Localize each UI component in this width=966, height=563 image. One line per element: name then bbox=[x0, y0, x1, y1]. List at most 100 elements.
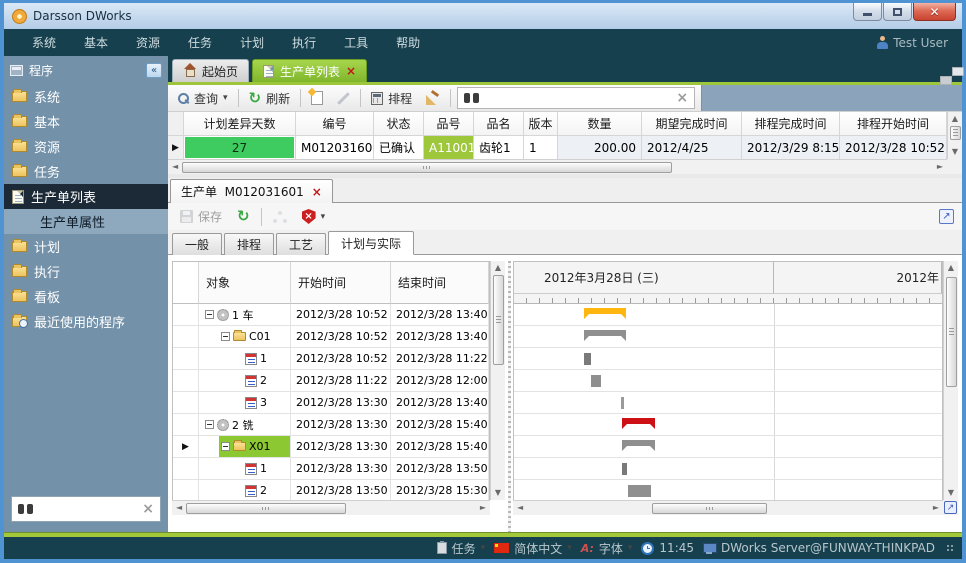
tree-cell-start[interactable]: 2012/3/28 13:30 bbox=[291, 458, 391, 480]
tree-cell-start[interactable]: 2012/3/28 10:52 bbox=[291, 348, 391, 370]
menu-item[interactable]: 执行 bbox=[278, 29, 330, 56]
menu-item[interactable]: 基本 bbox=[70, 29, 122, 56]
tree-cell-start[interactable]: 2012/3/28 13:30 bbox=[291, 436, 391, 458]
scroll-left-icon[interactable]: ◄ bbox=[513, 501, 527, 515]
grid-column-header[interactable]: 品名 bbox=[474, 112, 524, 136]
toolbar-search-clear-icon[interactable]: × bbox=[676, 91, 688, 105]
gantt-bar-task[interactable] bbox=[621, 397, 624, 409]
tree-cell-end[interactable]: 2012/3/28 15:40 bbox=[391, 414, 489, 436]
detail-refresh-button[interactable]: ↻ bbox=[233, 207, 254, 226]
tree-cell-end[interactable]: 2012/3/28 15:40 bbox=[391, 436, 489, 458]
sidebar-search-clear-icon[interactable]: × bbox=[142, 502, 154, 516]
tree-cell-start[interactable]: 2012/3/28 11:22 bbox=[291, 370, 391, 392]
gantt-vscrollbar[interactable]: ▲ ▼ bbox=[943, 261, 958, 500]
tree-cell-end[interactable]: 2012/3/28 12:00 bbox=[391, 370, 489, 392]
tab-close-icon[interactable]: × bbox=[346, 65, 356, 77]
grid-column-header[interactable]: 版本 bbox=[524, 112, 558, 136]
scrollbar-thumb[interactable] bbox=[186, 503, 346, 514]
scroll-up-icon[interactable]: ▲ bbox=[491, 261, 505, 275]
subtab-active[interactable]: 计划与实际 bbox=[328, 231, 414, 255]
tree-cell-start[interactable]: 2012/3/28 13:30 bbox=[291, 392, 391, 414]
tree-row[interactable]: 1 车2012/3/28 10:522012/3/28 13:40 bbox=[173, 304, 489, 326]
sidebar-item[interactable]: 生产单属性 bbox=[4, 209, 168, 234]
gantt-bar-summary[interactable] bbox=[622, 418, 655, 429]
tree-cell-end[interactable]: 2012/3/28 13:40 bbox=[391, 304, 489, 326]
edit-button[interactable] bbox=[333, 90, 354, 107]
tab-production-order-list[interactable]: 生产单列表 × bbox=[252, 59, 367, 82]
resize-grip[interactable] bbox=[946, 544, 954, 552]
grid-column-header[interactable]: 排程完成时间 bbox=[742, 112, 840, 136]
scroll-down-icon[interactable]: ▼ bbox=[491, 486, 505, 500]
grid-column-header[interactable]: 编号 bbox=[296, 112, 374, 136]
gantt-bar-task[interactable] bbox=[584, 353, 591, 365]
menu-item[interactable]: 工具 bbox=[330, 29, 382, 56]
menu-item[interactable]: 系统 bbox=[18, 29, 70, 56]
gantt-bar-summary[interactable] bbox=[622, 440, 655, 451]
new-button[interactable] bbox=[307, 89, 327, 107]
tree-row-selector[interactable]: ▶ bbox=[173, 436, 199, 458]
tree-cell-start[interactable]: 2012/3/28 13:50 bbox=[291, 480, 391, 502]
tree-cell-start[interactable]: 2012/3/28 10:52 bbox=[291, 326, 391, 348]
tab-start-page[interactable]: 起始页 bbox=[172, 59, 249, 82]
gantt-hscrollbar[interactable]: ◄ ► bbox=[513, 500, 943, 515]
sidebar-item[interactable]: 生产单列表 bbox=[4, 184, 168, 209]
gantt-expand-button[interactable]: ↗ bbox=[943, 500, 958, 515]
tree-cell-object[interactable]: 2 铣 bbox=[199, 414, 291, 436]
scroll-right-icon[interactable]: ► bbox=[933, 160, 947, 174]
grid-cell[interactable]: 已确认 bbox=[374, 136, 424, 160]
menu-item[interactable]: 任务 bbox=[174, 29, 226, 56]
scrollbar-thumb[interactable] bbox=[652, 503, 767, 514]
tree-cell-start[interactable]: 2012/3/28 10:52 bbox=[291, 304, 391, 326]
scrollbar-thumb[interactable] bbox=[493, 275, 504, 365]
sidebar-item[interactable]: 资源 bbox=[4, 134, 168, 159]
tree-row-selector[interactable] bbox=[173, 458, 199, 480]
tree-row[interactable]: 32012/3/28 13:302012/3/28 13:40 bbox=[173, 392, 489, 414]
tree-cell-object[interactable]: 2 bbox=[199, 370, 291, 392]
tree-row[interactable]: 22012/3/28 13:502012/3/28 15:30 bbox=[173, 480, 489, 502]
tree-expander-icon[interactable] bbox=[205, 420, 214, 429]
query-button[interactable]: 查询 ▾ bbox=[174, 88, 232, 109]
tree-row-selector[interactable] bbox=[173, 326, 199, 348]
scroll-up-icon[interactable]: ▲ bbox=[948, 112, 962, 126]
tree-row-selector[interactable] bbox=[173, 304, 199, 326]
link-button[interactable] bbox=[269, 209, 291, 225]
tree-row[interactable]: 12012/3/28 10:522012/3/28 11:22 bbox=[173, 348, 489, 370]
tree-column-header[interactable]: 对象 bbox=[199, 262, 291, 304]
tree-row[interactable]: 22012/3/28 11:222012/3/28 12:00 bbox=[173, 370, 489, 392]
user-menu[interactable]: Test User bbox=[877, 36, 948, 50]
maximize-button[interactable] bbox=[883, 3, 912, 21]
tree-cell-end[interactable]: 2012/3/28 13:50 bbox=[391, 458, 489, 480]
tree-row[interactable]: 2 铣2012/3/28 13:302012/3/28 15:40 bbox=[173, 414, 489, 436]
grid-column-header[interactable]: 品号 bbox=[424, 112, 474, 136]
gantt-bar-task[interactable] bbox=[591, 375, 601, 387]
tree-vscrollbar[interactable]: ▲ ▼ bbox=[490, 261, 505, 500]
gantt-bar-task[interactable] bbox=[622, 463, 627, 475]
save-button[interactable]: 保存 bbox=[176, 206, 226, 227]
tree-hscrollbar[interactable]: ◄ ► bbox=[172, 500, 490, 515]
menu-item[interactable]: 资源 bbox=[122, 29, 174, 56]
tree-column-header[interactable]: 开始时间 bbox=[291, 262, 391, 304]
menu-item[interactable]: 计划 bbox=[226, 29, 278, 56]
status-task-dropdown[interactable]: 任务 ▾ bbox=[437, 540, 486, 557]
clean-button[interactable] bbox=[422, 90, 444, 107]
scrollbar-thumb[interactable] bbox=[950, 126, 961, 140]
grid-vscrollbar[interactable]: ▲ ▼ bbox=[947, 112, 962, 159]
open-external-button[interactable]: ↗ bbox=[939, 209, 954, 224]
scroll-down-icon[interactable]: ▼ bbox=[948, 145, 962, 159]
tree-row-selector[interactable] bbox=[173, 348, 199, 370]
tree-cell-object[interactable]: X01 bbox=[199, 436, 291, 458]
sidebar-item[interactable]: 系统 bbox=[4, 84, 168, 109]
tree-expander-icon[interactable] bbox=[221, 332, 230, 341]
grid-column-header[interactable]: 排程开始时间 bbox=[840, 112, 947, 136]
gantt-bar-summary[interactable] bbox=[584, 308, 626, 319]
detail-tab-close-icon[interactable]: × bbox=[312, 186, 322, 198]
sidebar-item[interactable]: 任务 bbox=[4, 159, 168, 184]
tree-expander-icon[interactable] bbox=[205, 310, 214, 319]
grid-cell[interactable]: 齿轮1 bbox=[474, 136, 524, 160]
tree-row[interactable]: ▶X012012/3/28 13:302012/3/28 15:40 bbox=[173, 436, 489, 458]
sidebar-item[interactable]: 最近使用的程序 bbox=[4, 309, 168, 334]
tree-cell-end[interactable]: 2012/3/28 11:22 bbox=[391, 348, 489, 370]
tree-cell-object[interactable]: 1 bbox=[199, 348, 291, 370]
tree-column-header[interactable]: 结束时间 bbox=[391, 262, 489, 304]
tree-cell-object[interactable]: 3 bbox=[199, 392, 291, 414]
